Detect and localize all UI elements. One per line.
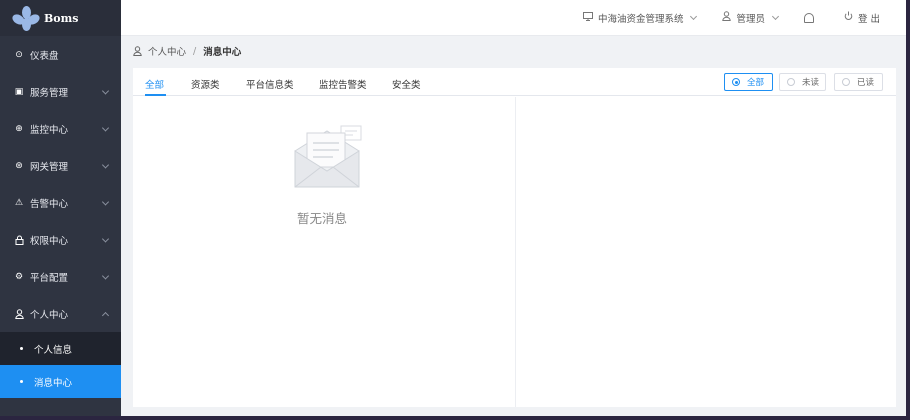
globe-icon: ⊕ bbox=[15, 123, 23, 134]
sidebar-item-gateway[interactable]: ⊛ 网关管理 bbox=[0, 147, 121, 184]
service-icon: ▣ bbox=[14, 86, 24, 97]
radio-icon bbox=[842, 78, 850, 86]
sidebar-item-service[interactable]: ▣ 服务管理 bbox=[0, 73, 121, 110]
bell-icon[interactable] bbox=[803, 12, 814, 23]
top-header: 中海油资金管理系统 管理员 登 出 bbox=[121, 0, 906, 36]
user-icon bbox=[133, 46, 142, 56]
empty-envelope-icon bbox=[293, 123, 365, 193]
sidebar-item-permission[interactable]: 权限中心 bbox=[0, 221, 121, 258]
category-tabs: 全部 资源类 平台信息类 监控告警类 安全类 全部 未读 已读 bbox=[133, 68, 896, 96]
chevron-down-icon bbox=[101, 123, 110, 132]
monitor-icon bbox=[582, 11, 593, 24]
chevron-down-icon bbox=[690, 12, 698, 20]
active-tab-indicator bbox=[145, 94, 166, 96]
chevron-down-icon bbox=[101, 197, 110, 206]
logout-label: 登 出 bbox=[857, 13, 880, 25]
chevron-down-icon bbox=[101, 160, 110, 169]
sidebar-subitem-message-center[interactable]: 消息中心 bbox=[0, 365, 121, 398]
sidebar-subitem-label: 消息中心 bbox=[34, 377, 73, 389]
chevron-down-icon bbox=[771, 12, 780, 20]
sidebar-item-label: 网关管理 bbox=[30, 161, 69, 173]
app-frame: Boms ⊙ 仪表盘 ▣ 服务管理 ⊕ 监控中心 ⊛ 网关管理 ⚠ 告警中心 权… bbox=[0, 0, 906, 416]
bullet-icon bbox=[20, 347, 23, 350]
sidebar-item-platform-config[interactable]: ⚙ 平台配置 bbox=[0, 258, 121, 295]
sidebar-subitem-label: 个人信息 bbox=[34, 344, 73, 356]
sidebar-subitem-personal-info[interactable]: 个人信息 bbox=[0, 332, 121, 365]
sidebar: Boms ⊙ 仪表盘 ▣ 服务管理 ⊕ 监控中心 ⊛ 网关管理 ⚠ 告警中心 权… bbox=[0, 0, 121, 416]
sidebar-item-personal[interactable]: 个人中心 bbox=[0, 295, 121, 332]
empty-state-text: 暂无消息 bbox=[297, 211, 348, 226]
filter-unread-radio[interactable]: 未读 bbox=[779, 73, 826, 91]
sidebar-item-label: 平台配置 bbox=[30, 272, 69, 284]
message-panel: 全部 资源类 平台信息类 监控告警类 安全类 全部 未读 已读 暂无消息 bbox=[133, 68, 896, 407]
filter-read-radio[interactable]: 已读 bbox=[834, 73, 883, 91]
lock-icon bbox=[14, 235, 24, 245]
tab-all[interactable]: 全部 bbox=[145, 77, 164, 91]
breadcrumb: 个人中心 / 消息中心 bbox=[133, 44, 241, 58]
filter-all-radio[interactable]: 全部 bbox=[724, 73, 773, 91]
breadcrumb-separator: / bbox=[193, 45, 197, 57]
tab-platform-info[interactable]: 平台信息类 bbox=[246, 77, 294, 91]
chevron-down-icon bbox=[101, 86, 110, 95]
warning-icon: ⚠ bbox=[14, 197, 24, 208]
settings-icon: ⚙ bbox=[14, 271, 24, 282]
sidebar-item-dashboard[interactable]: ⊙ 仪表盘 bbox=[0, 36, 121, 73]
gateway-icon: ⊛ bbox=[15, 160, 23, 171]
radio-icon bbox=[787, 78, 795, 86]
tab-security[interactable]: 安全类 bbox=[392, 77, 421, 91]
filter-label: 已读 bbox=[857, 78, 875, 88]
logo[interactable]: Boms bbox=[0, 0, 121, 36]
user-icon bbox=[14, 308, 24, 319]
logo-icon bbox=[10, 6, 42, 31]
sidebar-item-monitor[interactable]: ⊕ 监控中心 bbox=[0, 110, 121, 147]
user-menu[interactable]: 管理员 bbox=[722, 11, 780, 25]
sidebar-item-label: 仪表盘 bbox=[30, 50, 59, 62]
chevron-down-icon bbox=[101, 234, 110, 243]
logo-text: Boms bbox=[44, 11, 79, 25]
filter-label: 全部 bbox=[747, 78, 765, 88]
sidebar-item-label: 监控中心 bbox=[30, 124, 69, 136]
user-icon bbox=[722, 11, 732, 24]
logout-button[interactable]: 登 出 bbox=[844, 11, 880, 25]
sidebar-item-label: 个人中心 bbox=[30, 309, 69, 321]
power-icon bbox=[844, 11, 853, 24]
breadcrumb-current: 消息中心 bbox=[203, 47, 242, 58]
radio-checked-icon bbox=[732, 78, 740, 86]
filter-label: 未读 bbox=[802, 78, 820, 88]
dashboard-icon: ⊙ bbox=[15, 49, 23, 60]
sidebar-item-label: 权限中心 bbox=[30, 235, 69, 247]
system-switcher[interactable]: 中海油资金管理系统 bbox=[582, 11, 698, 25]
tab-resource[interactable]: 资源类 bbox=[191, 77, 220, 91]
tab-monitor-alarm[interactable]: 监控告警类 bbox=[319, 77, 367, 91]
panel-divider bbox=[515, 97, 516, 407]
system-name: 中海油资金管理系统 bbox=[597, 13, 684, 25]
chevron-up-icon bbox=[101, 311, 110, 319]
sidebar-item-alarm[interactable]: ⚠ 告警中心 bbox=[0, 184, 121, 221]
bullet-icon bbox=[20, 380, 23, 383]
sidebar-item-label: 服务管理 bbox=[30, 87, 69, 99]
breadcrumb-parent[interactable]: 个人中心 bbox=[148, 44, 186, 58]
user-name: 管理员 bbox=[736, 13, 765, 25]
chevron-down-icon bbox=[101, 271, 110, 280]
sidebar-item-label: 告警中心 bbox=[30, 198, 69, 210]
